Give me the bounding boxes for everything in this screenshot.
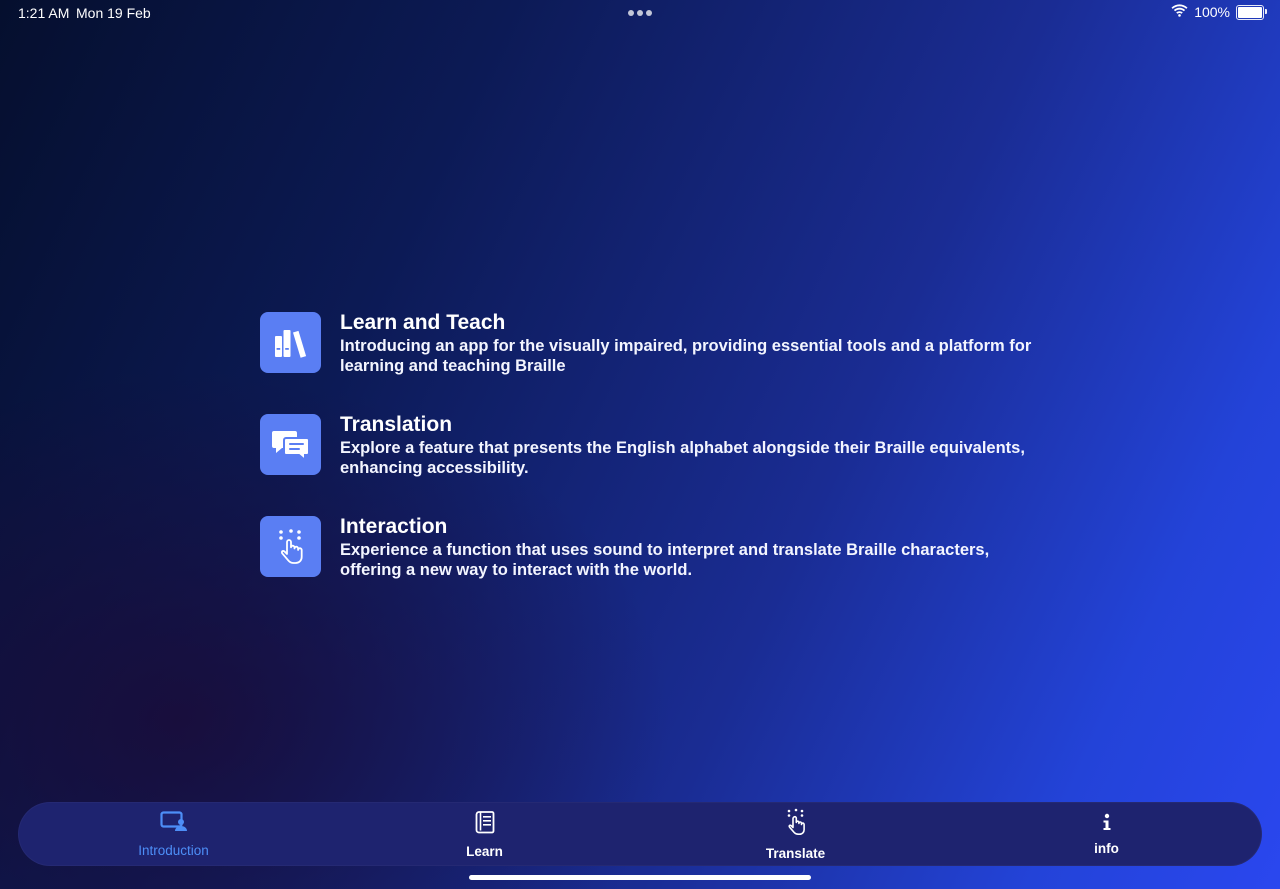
tab-info[interactable]: info <box>951 802 1262 866</box>
info-icon <box>1101 813 1113 836</box>
wifi-icon <box>1171 4 1188 20</box>
tab-label: info <box>1094 840 1119 856</box>
hand-braille-icon <box>260 516 321 577</box>
feature-description: Introducing an app for the visually impa… <box>340 337 1032 375</box>
feature-interaction: Interaction Experience a function that u… <box>260 514 1040 616</box>
features-list: Learn and Teach Introducing an app for t… <box>260 310 1040 616</box>
status-bar: 1:21 AM Mon 19 Feb 100% <box>0 0 1280 26</box>
battery-fill <box>1238 6 1262 18</box>
tab-introduction[interactable]: Introduction <box>18 802 329 866</box>
tab-label: Translate <box>765 845 826 861</box>
speech-bubbles-icon <box>260 414 321 475</box>
feature-title: Translation <box>340 413 453 436</box>
status-time: 1:21 AM <box>18 5 70 21</box>
tab-learn[interactable]: Learn <box>329 802 640 866</box>
book-icon <box>474 810 496 839</box>
tab-translate[interactable]: Translate <box>640 802 951 866</box>
hand-tap-icon <box>785 808 807 841</box>
battery-icon <box>1236 4 1267 20</box>
feature-title: Interaction <box>340 515 448 538</box>
introduction-icon <box>159 810 188 838</box>
tab-label: Learn <box>466 843 503 859</box>
books-icon <box>260 312 321 373</box>
home-indicator[interactable] <box>469 875 811 880</box>
feature-translation: Translation Explore a feature that prese… <box>260 412 1040 514</box>
tab-bar: Introduction Learn Translate info <box>18 802 1262 866</box>
feature-description: Explore a feature that presents the Engl… <box>340 439 1025 477</box>
feature-title: Learn and Teach <box>340 311 506 334</box>
feature-learn-and-teach: Learn and Teach Introducing an app for t… <box>260 310 1040 412</box>
battery-percent: 100% <box>1194 4 1230 20</box>
status-date: Mon 19 Feb <box>76 5 151 21</box>
status-indicators: 100% <box>1171 4 1267 20</box>
feature-description: Experience a function that uses sound to… <box>340 541 990 579</box>
multitasking-dots-icon[interactable] <box>628 10 652 16</box>
tab-label: Introduction <box>138 842 209 858</box>
